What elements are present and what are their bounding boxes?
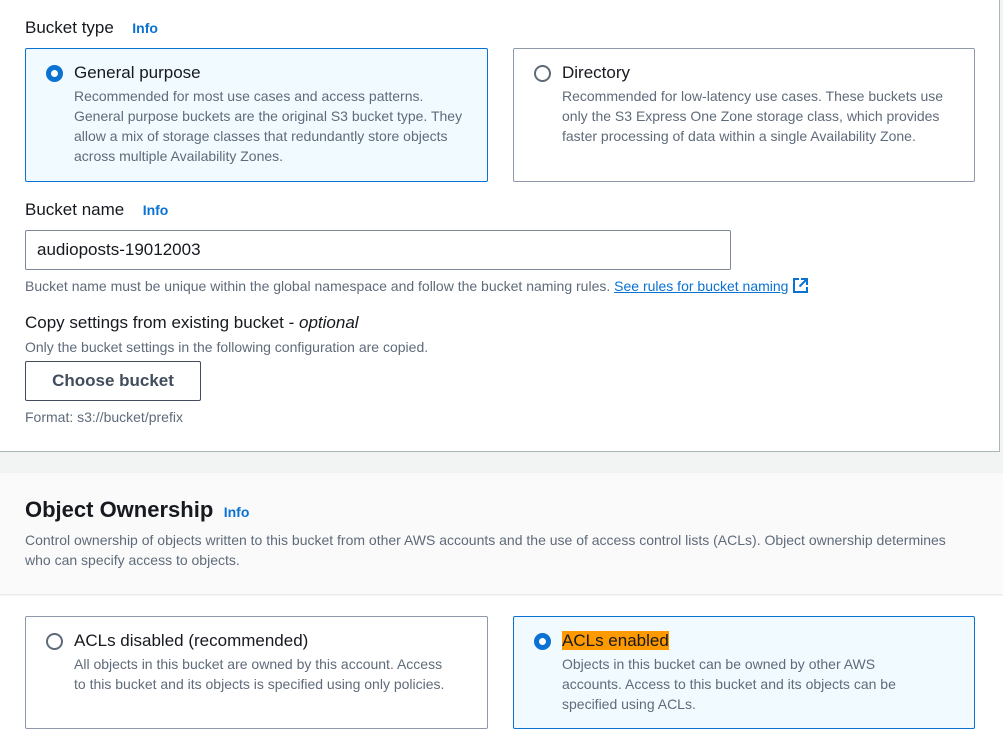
bucket-name-info-link[interactable]: Info — [143, 202, 169, 218]
object-ownership-title-row: Object Ownership Info — [25, 497, 249, 523]
object-ownership-title: Object Ownership — [25, 497, 214, 522]
copy-settings-format-hint: Format: s3://bucket/prefix — [25, 409, 183, 425]
bucket-name-input[interactable]: audioposts-19012003 — [25, 230, 731, 270]
acls-enabled-description: Objects in this bucket can be owned by o… — [562, 656, 896, 712]
acls-disabled-description: All objects in this bucket are owned by … — [74, 656, 445, 692]
acls-enabled-tile[interactable]: ACLs enabled Objects in this bucket can … — [513, 616, 975, 729]
object-ownership-options-panel: ACLs disabled (recommended) All objects … — [0, 596, 1003, 741]
bucket-type-directory-tile[interactable]: Directory Recommended for low-latency us… — [513, 48, 975, 182]
copy-settings-description: Only the bucket settings in the followin… — [25, 339, 429, 355]
bucket-type-label: Bucket type — [25, 18, 114, 37]
general-purpose-description: Recommended for most use cases and acces… — [74, 88, 463, 164]
bucket-type-info-link[interactable]: Info — [132, 20, 158, 36]
acls-disabled-title: ACLs disabled (recommended) — [74, 631, 309, 650]
general-purpose-radio[interactable] — [46, 65, 63, 82]
copy-settings-label-row: Copy settings from existing bucket - opt… — [25, 313, 359, 333]
object-ownership-header-panel: Object Ownership Info Control ownership … — [0, 473, 1003, 595]
bucket-name-hint-text: Bucket name must be unique within the gl… — [25, 278, 611, 294]
object-ownership-info-link[interactable]: Info — [224, 504, 250, 520]
general-purpose-title: General purpose — [74, 63, 201, 82]
directory-title: Directory — [562, 63, 631, 82]
general-configuration-panel: Bucket type Info General purpose Recomme… — [0, 0, 1000, 452]
acls-enabled-title-wrap: ACLs enabled — [562, 631, 669, 651]
bucket-type-general-purpose-tile[interactable]: General purpose Recommended for most use… — [25, 48, 488, 182]
acls-disabled-tile[interactable]: ACLs disabled (recommended) All objects … — [25, 616, 488, 729]
object-ownership-description: Control ownership of objects written to … — [25, 532, 946, 568]
bucket-naming-rules-link[interactable]: See rules for bucket naming — [614, 278, 809, 294]
copy-settings-optional: optional — [299, 313, 359, 332]
acls-disabled-radio[interactable] — [46, 633, 63, 650]
copy-settings-label: Copy settings from existing bucket - — [25, 313, 300, 332]
directory-description: Recommended for low-latency use cases. T… — [562, 88, 944, 144]
acls-enabled-title: ACLs enabled — [562, 631, 669, 650]
directory-radio[interactable] — [534, 65, 551, 82]
acls-enabled-radio[interactable] — [534, 633, 551, 650]
bucket-name-label: Bucket name — [25, 200, 125, 219]
choose-bucket-button[interactable]: Choose bucket — [25, 361, 201, 401]
external-link-icon — [792, 277, 809, 297]
bucket-naming-rules-link-text: See rules for bucket naming — [614, 278, 789, 294]
bucket-type-header: Bucket type Info — [25, 18, 158, 38]
bucket-name-header: Bucket name Info — [25, 200, 168, 220]
bucket-name-hint: Bucket name must be unique within the gl… — [25, 277, 809, 297]
